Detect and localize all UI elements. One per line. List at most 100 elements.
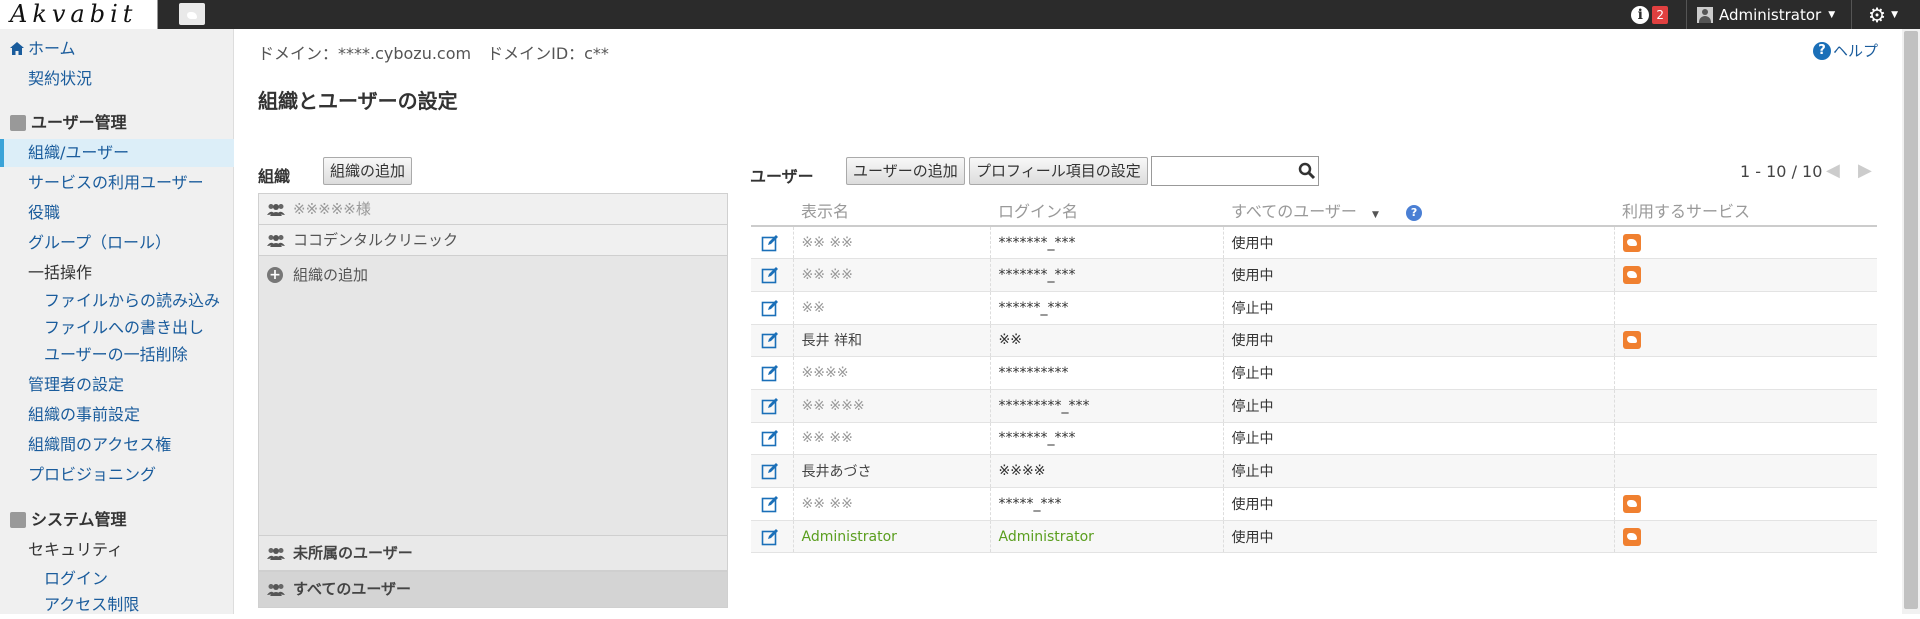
user-status: 停止中: [1223, 454, 1615, 488]
sidebar-item-service-users[interactable]: サービスの利用ユーザー: [0, 169, 234, 197]
user-display-name[interactable]: ※※ ※※: [793, 422, 991, 456]
edit-cell[interactable]: [751, 487, 794, 521]
table-row[interactable]: ※※※※ ********** 停止中: [751, 356, 1877, 390]
profile-settings-button[interactable]: プロフィール項目の設定: [969, 157, 1148, 185]
sidebar-item-home[interactable]: ホーム: [0, 35, 234, 63]
edit-cell[interactable]: [751, 520, 794, 554]
user-status: 停止中: [1223, 422, 1615, 456]
edit-icon[interactable]: [761, 266, 779, 284]
user-display-name[interactable]: ※※ ※※※: [793, 389, 991, 423]
status-filter-dropdown[interactable]: すべてのユーザー ▼ ?: [1223, 194, 1614, 227]
add-user-button[interactable]: ユーザーの追加: [846, 157, 965, 185]
user-login-name[interactable]: ******_***: [990, 291, 1224, 325]
notification-badge[interactable]: 2: [1652, 5, 1668, 24]
edit-cell[interactable]: [751, 454, 794, 488]
table-row[interactable]: ※※ ******_*** 停止中: [751, 291, 1877, 325]
table-row[interactable]: ※※ ※※ *****_*** 使用中: [751, 487, 1877, 521]
logo[interactable]: Akvabit: [0, 0, 158, 29]
user-display-name[interactable]: ※※ ※※: [793, 258, 991, 292]
edit-icon[interactable]: [761, 528, 779, 546]
user-login-name[interactable]: *****_***: [990, 487, 1224, 521]
table-row[interactable]: Administrator Administrator 使用中: [751, 520, 1877, 554]
sidebar-item-titles[interactable]: 役職: [0, 199, 234, 227]
table-row[interactable]: 長井 祥和 ※※ 使用中: [751, 324, 1877, 358]
edit-cell[interactable]: [751, 226, 794, 260]
sidebar-item-org-users[interactable]: 組織/ユーザー: [0, 139, 234, 167]
org-item[interactable]: ココデンタルクリニック: [259, 225, 727, 256]
user-status: 停止中: [1223, 291, 1615, 325]
sidebar-item-admins[interactable]: 管理者の設定: [0, 371, 234, 399]
next-page-icon[interactable]: ▶: [1858, 160, 1872, 181]
user-display-name[interactable]: ※※※※: [793, 356, 991, 390]
sidebar-item-access-restriction[interactable]: アクセス制限: [0, 591, 234, 619]
org-item[interactable]: ※※※※※様: [259, 194, 727, 225]
sidebar-item-bulk-delete[interactable]: ユーザーの一括削除: [0, 341, 234, 369]
user-display-name[interactable]: ※※ ※※: [793, 487, 991, 521]
search-button[interactable]: [1294, 158, 1320, 184]
table-row[interactable]: ※※ ※※ *******_*** 使用中: [751, 226, 1877, 260]
edit-icon[interactable]: [761, 299, 779, 317]
column-header-name[interactable]: 表示名: [793, 194, 990, 227]
edit-icon[interactable]: [761, 397, 779, 415]
sidebar-item-contract[interactable]: 契約状況: [0, 65, 234, 93]
user-display-name[interactable]: ※※ ※※: [793, 226, 991, 260]
user-login-name[interactable]: ※※: [990, 324, 1224, 358]
user-services: [1614, 520, 1877, 554]
add-org-row[interactable]: + 組織の追加: [259, 256, 727, 294]
user-display-name[interactable]: 長井あづさ: [793, 454, 991, 488]
edit-icon[interactable]: [761, 495, 779, 513]
settings-menu[interactable]: ⚙ ▼: [1852, 0, 1920, 29]
sidebar-item-org-presets[interactable]: 組織の事前設定: [0, 401, 234, 429]
sidebar-item-org-access[interactable]: 組織間のアクセス権: [0, 431, 234, 459]
info-icon[interactable]: i: [1631, 5, 1650, 24]
user-services: [1614, 487, 1877, 521]
user-login-name[interactable]: *******_***: [990, 226, 1224, 260]
edit-cell[interactable]: [751, 258, 794, 292]
user-login-name[interactable]: *******_***: [990, 258, 1224, 292]
table-row[interactable]: ※※ ※※ *******_*** 使用中: [751, 258, 1877, 292]
edit-icon[interactable]: [761, 234, 779, 252]
sidebar-label-bulk: 一括操作: [28, 263, 93, 282]
user-login-name[interactable]: *******_***: [990, 422, 1224, 456]
org-item-all-users[interactable]: すべてのユーザー: [259, 571, 727, 607]
scrollbar-thumb[interactable]: [1904, 31, 1918, 609]
org-item-unassigned[interactable]: 未所属のユーザー: [259, 535, 727, 571]
cog-small-icon: [10, 512, 26, 528]
avatar-icon: [1696, 6, 1713, 23]
sidebar-item-export[interactable]: ファイルへの書き出し: [0, 314, 234, 342]
user-table: 表示名 ログイン名 すべてのユーザー ▼ ? 利用するサービス ※※ ※※ ***…: [751, 194, 1877, 554]
prev-page-icon[interactable]: ◀: [1826, 160, 1840, 181]
user-login-name[interactable]: *********_***: [990, 389, 1224, 423]
user-display-name[interactable]: ※※: [793, 291, 991, 325]
sidebar-item-provisioning[interactable]: プロビジョニング: [0, 461, 234, 489]
help-icon[interactable]: ?: [1406, 204, 1423, 221]
user-services: [1614, 356, 1877, 390]
table-row[interactable]: ※※ ※※※ *********_*** 停止中: [751, 389, 1877, 423]
edit-cell[interactable]: [751, 291, 794, 325]
user-login-name[interactable]: ※※※※: [990, 454, 1224, 488]
edit-cell[interactable]: [751, 324, 794, 358]
table-row[interactable]: ※※ ※※ *******_*** 停止中: [751, 422, 1877, 456]
table-row[interactable]: 長井あづさ ※※※※ 停止中: [751, 454, 1877, 488]
user-display-name[interactable]: Administrator: [793, 520, 991, 554]
user-menu[interactable]: Administrator ▼: [1687, 0, 1851, 29]
column-header-login[interactable]: ログイン名: [990, 194, 1223, 227]
edit-icon[interactable]: [761, 429, 779, 447]
user-display-name[interactable]: 長井 祥和: [793, 324, 991, 358]
user-name: Administrator: [1718, 5, 1822, 24]
service-app-icon[interactable]: [179, 3, 205, 25]
add-org-button[interactable]: 組織の追加: [323, 157, 413, 185]
edit-icon[interactable]: [761, 331, 779, 349]
edit-cell[interactable]: [751, 422, 794, 456]
edit-cell[interactable]: [751, 356, 794, 390]
edit-cell[interactable]: [751, 389, 794, 423]
sidebar-item-login[interactable]: ログイン: [0, 565, 234, 593]
sidebar-item-import[interactable]: ファイルからの読み込み: [0, 287, 234, 315]
user-login-name[interactable]: Administrator: [990, 520, 1224, 554]
sidebar-item-groups[interactable]: グループ（ロール）: [0, 229, 234, 257]
edit-icon[interactable]: [761, 462, 779, 480]
user-status: 使用中: [1223, 258, 1615, 292]
edit-icon[interactable]: [761, 364, 779, 382]
user-login-name[interactable]: **********: [990, 356, 1224, 390]
help-link[interactable]: ? ヘルプ: [1813, 40, 1878, 61]
